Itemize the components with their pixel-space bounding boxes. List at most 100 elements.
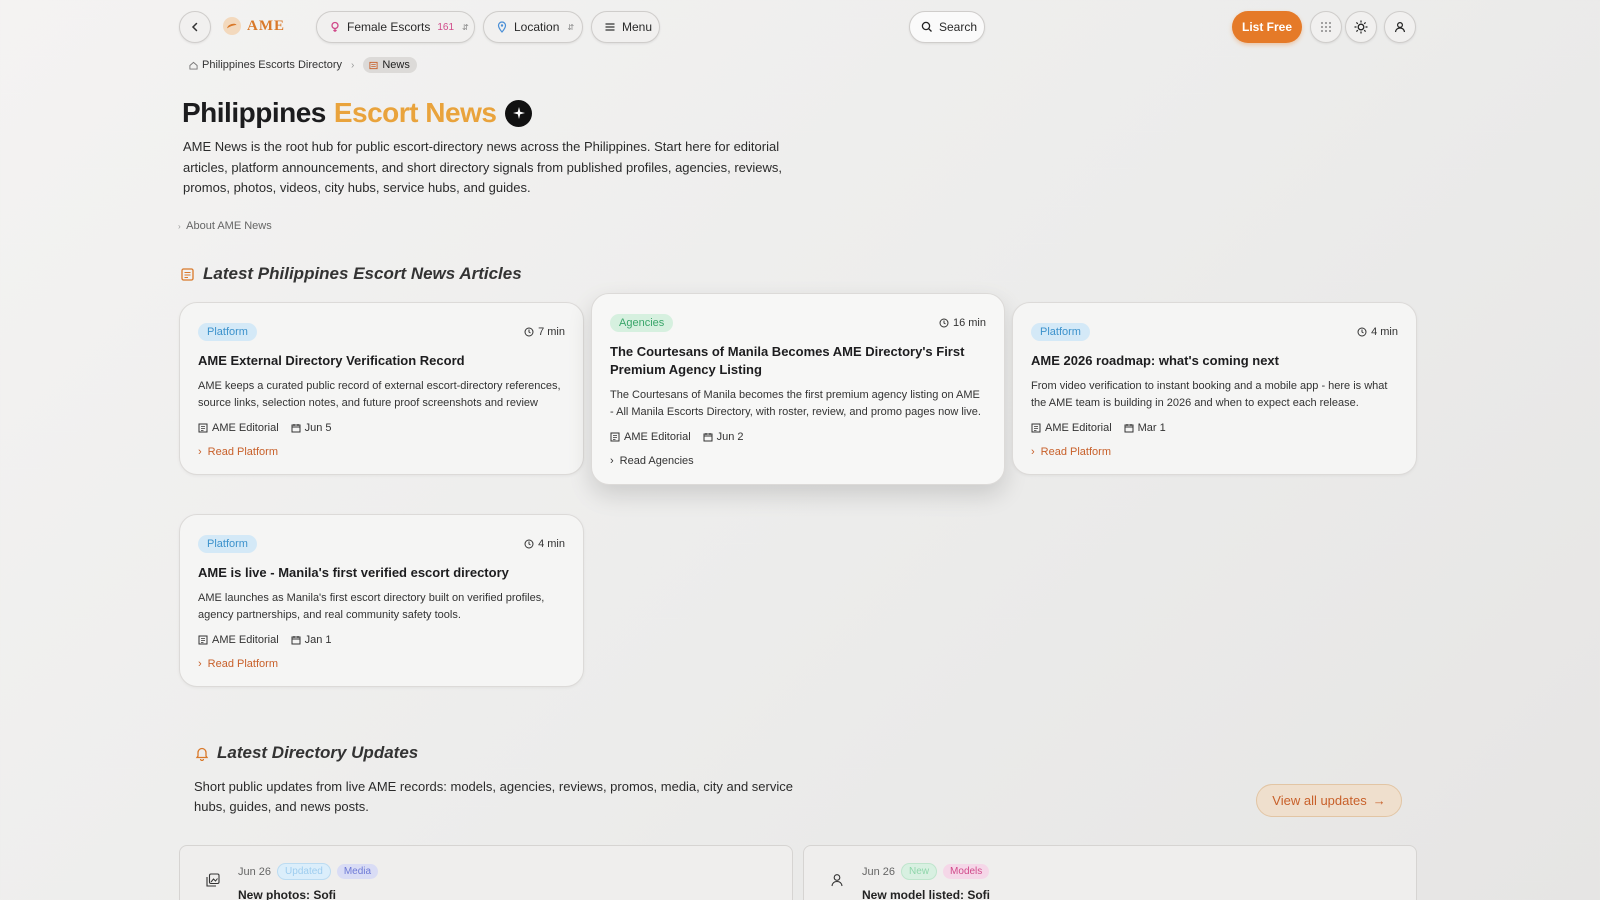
- chevron-right-icon: ›: [198, 446, 202, 458]
- category-select[interactable]: Female Escorts 161 ⇵: [316, 11, 475, 43]
- read-more-link[interactable]: › Read Platform: [198, 658, 565, 670]
- updates-description: Short public updates from live AME recor…: [194, 779, 793, 814]
- newspaper-icon: [369, 61, 378, 69]
- update-card[interactable]: Jun 26 New Models New model listed: Sofi: [803, 845, 1417, 900]
- chevron-right-icon: ›: [610, 455, 614, 467]
- read-more-link[interactable]: › Read Platform: [1031, 446, 1398, 458]
- clock-icon: [524, 539, 534, 549]
- category-tag[interactable]: Agencies: [610, 314, 674, 332]
- author-name: AME Editorial: [212, 422, 279, 434]
- breadcrumb-home-link[interactable]: Philippines Escorts Directory: [202, 59, 342, 71]
- author-name: AME Editorial: [1045, 422, 1112, 434]
- article-meta: AME Editorial Jun 2: [610, 431, 986, 443]
- sun-icon: [1354, 20, 1368, 34]
- article-title[interactable]: AME External Directory Verification Reco…: [198, 352, 565, 370]
- read-time-value: 4 min: [1371, 326, 1398, 338]
- sparkle-icon: [512, 107, 525, 119]
- update-title[interactable]: New photos: Sofi: [238, 888, 336, 900]
- calendar-icon: [291, 636, 301, 645]
- article-card[interactable]: Platform 4 min AME is live - Manila's fi…: [179, 514, 584, 687]
- breadcrumb: Philippines Escorts Directory › News: [189, 57, 417, 73]
- update-meta: Jun 26 New Models: [862, 863, 990, 880]
- about-link[interactable]: › About AME News: [178, 220, 272, 232]
- article-excerpt: AME launches as Manila's first escort di…: [198, 592, 545, 621]
- about-link-label: About AME News: [186, 220, 272, 232]
- articles-heading: Latest Philippines Escort News Articles: [180, 264, 522, 284]
- chevron-right-icon: ›: [351, 59, 355, 71]
- type-badge: Media: [336, 864, 379, 879]
- article-title[interactable]: AME is live - Manila's first verified es…: [198, 564, 565, 582]
- chevron-right-icon: ›: [178, 222, 181, 231]
- newspaper-icon: [181, 267, 194, 281]
- account-button[interactable]: [1384, 11, 1416, 43]
- newspaper-icon: [198, 423, 208, 433]
- chevron-right-icon: ›: [1031, 446, 1035, 458]
- category-tag[interactable]: Platform: [1031, 323, 1090, 341]
- read-more-link[interactable]: › Read Agencies: [610, 455, 986, 467]
- location-label: Location: [514, 20, 560, 34]
- author-name: AME Editorial: [212, 634, 279, 646]
- status-badge: Updated: [277, 863, 331, 880]
- articles-heading-text: Latest Philippines Escort News Articles: [203, 264, 522, 283]
- newspaper-icon: [198, 635, 208, 645]
- category-count: 161: [437, 21, 455, 33]
- publish-date: Jan 1: [291, 634, 332, 646]
- back-button[interactable]: [179, 11, 211, 43]
- article-card-featured[interactable]: Agencies 16 min The Courtesans of Manila…: [591, 293, 1005, 485]
- author: AME Editorial: [610, 431, 691, 443]
- article-card[interactable]: Platform 7 min AME External Directory Ve…: [179, 302, 584, 475]
- read-time: 7 min: [524, 326, 565, 338]
- search-icon: [921, 21, 932, 32]
- article-title[interactable]: AME 2026 roadmap: what's coming next: [1031, 352, 1398, 370]
- brand-name: AME: [247, 17, 285, 34]
- status-badge: New: [901, 863, 938, 880]
- article-meta: AME Editorial Mar 1: [1031, 422, 1398, 434]
- theme-toggle-button[interactable]: [1345, 11, 1377, 43]
- view-all-updates-label: View all updates: [1272, 793, 1367, 808]
- newspaper-icon: [610, 432, 620, 442]
- calendar-icon: [291, 424, 301, 433]
- article-excerpt: The Courtesans of Manila becomes the fir…: [610, 389, 981, 418]
- read-more-label: Read Agencies: [619, 455, 694, 467]
- article-title[interactable]: The Courtesans of Manila Becomes AME Dir…: [610, 343, 986, 379]
- clock-icon: [1357, 327, 1367, 337]
- calendar-icon: [703, 433, 713, 442]
- author: AME Editorial: [198, 634, 279, 646]
- update-card[interactable]: Jun 26 Updated Media New photos: Sofi: [179, 845, 793, 900]
- article-card[interactable]: Platform 4 min AME 2026 roadmap: what's …: [1012, 302, 1417, 475]
- publish-date-value: Mar 1: [1137, 422, 1166, 434]
- update-date: Jun 26: [238, 865, 272, 878]
- category-label: Female Escorts: [347, 20, 431, 34]
- search-label: Search: [939, 20, 978, 34]
- category-tag[interactable]: Platform: [198, 323, 257, 341]
- view-all-updates-button[interactable]: View all updates →: [1256, 784, 1402, 817]
- bell-icon: [195, 747, 209, 761]
- list-free-button[interactable]: List Free: [1232, 11, 1302, 43]
- update-title[interactable]: New model listed: Sofi: [862, 888, 990, 900]
- map-pin-icon: [497, 21, 507, 33]
- publish-date: Mar 1: [1124, 422, 1166, 434]
- clock-icon: [939, 318, 949, 328]
- read-more-label: Read Platform: [1040, 446, 1111, 458]
- search-button[interactable]: Search: [909, 11, 985, 43]
- home-icon: [189, 61, 198, 70]
- read-more-link[interactable]: › Read Platform: [198, 446, 565, 458]
- read-more-label: Read Platform: [207, 446, 278, 458]
- page-title: Philippines Escort News: [182, 97, 533, 129]
- menu-button[interactable]: Menu: [591, 11, 660, 43]
- breadcrumb-current: News: [363, 57, 417, 73]
- category-tag[interactable]: Platform: [198, 535, 257, 553]
- user-icon: [831, 874, 843, 887]
- brand-logo[interactable]: AME: [223, 17, 285, 35]
- clock-icon: [524, 327, 534, 337]
- ai-chat-button[interactable]: [505, 99, 533, 127]
- article-meta: AME Editorial Jan 1: [198, 634, 565, 646]
- author: AME Editorial: [198, 422, 279, 434]
- publish-date: Jun 5: [291, 422, 332, 434]
- article-excerpt: From video verification to instant booki…: [1031, 380, 1388, 409]
- newspaper-icon: [1031, 423, 1041, 433]
- read-time-value: 4 min: [538, 538, 565, 550]
- location-select[interactable]: Location ⇵: [483, 11, 583, 43]
- page-intro: AME News is the root hub for public esco…: [183, 139, 783, 195]
- apps-button[interactable]: [1310, 11, 1342, 43]
